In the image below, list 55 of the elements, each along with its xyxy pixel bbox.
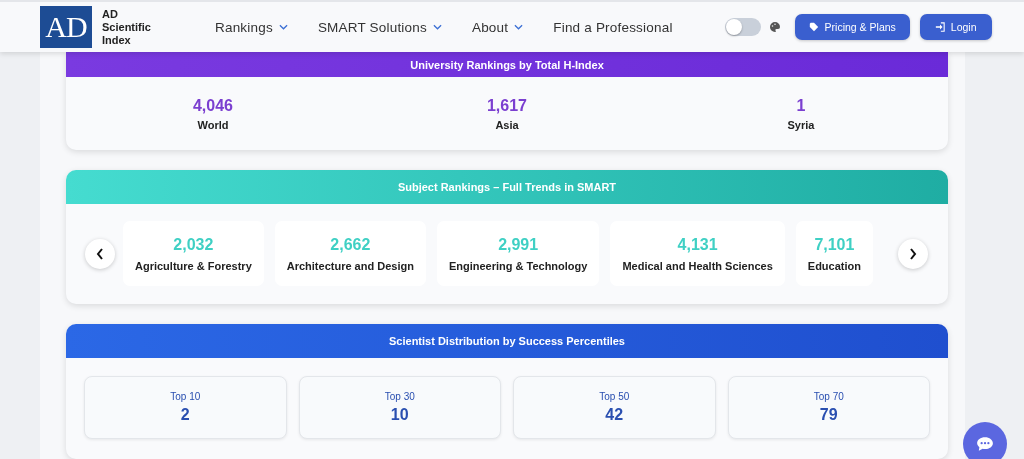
stat-label: World <box>197 118 229 131</box>
logo-text: AD <box>102 7 119 21</box>
stat-value: 1 <box>796 96 806 115</box>
tag-icon <box>808 22 819 32</box>
subject-count: 7,101 <box>814 235 855 254</box>
subject-count: 2,032 <box>173 235 214 254</box>
percentile-label: Top 10 <box>170 391 201 402</box>
card-title: University Rankings by Total H-Index <box>410 58 604 71</box>
subject-tile[interactable]: 7,101 Education <box>795 221 873 286</box>
logo-text: Index <box>102 33 132 47</box>
percentile-value: 42 <box>605 406 624 424</box>
chevron-icon <box>432 24 442 30</box>
percentile-label: Top 50 <box>599 391 630 402</box>
card-title: Subject Rankings – Full Trends in SMART <box>397 181 617 193</box>
subject-tile[interactable]: 2,662 Architecture and Design <box>274 221 426 286</box>
subject-tile[interactable]: 4,131 Medical and Health Sciences <box>610 221 785 286</box>
stat-label: Syria <box>787 118 815 131</box>
palette-icon <box>768 21 781 33</box>
subject-count: 4,131 <box>677 235 718 254</box>
logo-mark[interactable]: AD <box>40 6 92 48</box>
percentile-label: Top 70 <box>813 391 844 402</box>
stat-value: 1,617 <box>486 96 527 115</box>
subject-name: Architecture and Design <box>286 259 414 272</box>
chevron-icon <box>278 24 288 30</box>
percentile-value: 10 <box>390 406 409 424</box>
nav-link[interactable]: Find a Professional <box>553 19 673 35</box>
subject-tile[interactable]: 2,032 Agriculture & Forestry <box>123 221 264 286</box>
percentile-value: 2 <box>180 406 190 424</box>
percentile-label: Top 30 <box>384 391 415 402</box>
login-icon <box>934 22 945 32</box>
subject-name: Agriculture & Forestry <box>135 259 252 272</box>
subject-tile[interactable]: 2,991 Engineering & Technology <box>436 221 600 286</box>
stat-label: Asia <box>495 118 519 131</box>
chat-button[interactable] <box>963 422 1007 459</box>
subject-count: 2,662 <box>330 235 371 254</box>
header-button[interactable]: Login <box>919 14 992 40</box>
chat-icon <box>976 436 994 452</box>
chevron-icon <box>514 24 524 30</box>
subject-name: Engineering & Technology <box>448 259 588 272</box>
card-title: Scientist Distribution by Success Percentiles <box>389 335 625 347</box>
theme-toggle[interactable] <box>724 18 761 36</box>
subject-count: 2,991 <box>498 235 539 254</box>
subject-name: Education <box>807 259 861 272</box>
nav-link[interactable]: SMART Solutions <box>317 19 442 35</box>
nav-link[interactable]: About <box>471 19 524 35</box>
next-button[interactable] <box>898 238 928 269</box>
header-button[interactable]: Pricing & Plans <box>794 14 910 40</box>
chevron-left-icon <box>96 247 104 260</box>
nav-link[interactable]: Rankings <box>215 19 288 35</box>
subject-name: Medical and Health Sciences <box>622 259 773 272</box>
chevron-right-icon <box>909 247 917 260</box>
logo-text: Scientific <box>102 20 151 34</box>
previous-button[interactable] <box>85 238 115 269</box>
percentile-value: 79 <box>819 406 838 424</box>
stat-value: 4,046 <box>192 96 233 115</box>
